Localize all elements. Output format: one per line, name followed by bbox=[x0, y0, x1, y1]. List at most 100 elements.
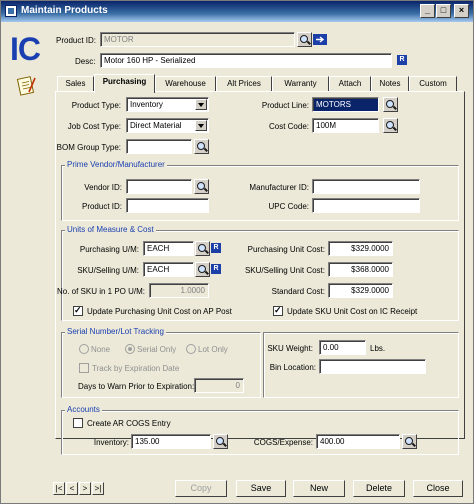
product-id-field[interactable]: MOTOR bbox=[100, 32, 295, 47]
sku-in-po-label: No. of SKU in 1 PO U/M: bbox=[56, 287, 145, 296]
prime-vendor-title: Prime Vendor/Manufacturer bbox=[65, 160, 167, 169]
desc-label: Desc: bbox=[75, 57, 96, 66]
track-expiration-checkbox[interactable] bbox=[79, 363, 89, 373]
tracking-none-label: None bbox=[91, 345, 111, 354]
sku-selling-unit-cost-field[interactable]: $368.0000 bbox=[328, 262, 393, 277]
product-line-label: Product Line: bbox=[261, 101, 309, 110]
purchasing-um-label: Purchasing U/M: bbox=[79, 245, 139, 254]
chevron-down-icon bbox=[195, 120, 207, 131]
job-cost-type-select[interactable]: Direct Material bbox=[126, 118, 209, 133]
vendor-product-id-field[interactable] bbox=[126, 198, 209, 213]
days-warn-label: Days to Warn Prior to Expiration: bbox=[78, 382, 195, 391]
tracking-serial-only-radio[interactable] bbox=[125, 344, 135, 354]
upc-code-label: UPC Code: bbox=[268, 202, 309, 211]
first-record-button[interactable]: |< bbox=[53, 482, 65, 495]
sku-selling-um-r-icon[interactable]: R bbox=[211, 264, 221, 274]
new-button[interactable]: New bbox=[293, 480, 345, 497]
delete-button[interactable]: Delete bbox=[353, 480, 405, 497]
update-sku-cost-checkbox[interactable] bbox=[273, 305, 283, 316]
last-record-button[interactable]: >| bbox=[92, 482, 104, 495]
bom-group-type-field[interactable] bbox=[126, 139, 192, 154]
tab-alt-prices[interactable]: Alt Prices bbox=[216, 76, 272, 92]
product-line-lookup-icon[interactable] bbox=[383, 97, 398, 112]
tracking-lot-only-radio[interactable] bbox=[186, 344, 196, 354]
update-sku-cost-label: Update SKU Unit Cost on IC Receipt bbox=[287, 307, 418, 316]
sku-selling-um-lookup-icon[interactable] bbox=[195, 262, 210, 277]
job-cost-type-value: Direct Material bbox=[130, 121, 182, 130]
sku-selling-um-label: SKU/Selling U/M: bbox=[77, 266, 139, 275]
title-bar[interactable]: Maintain Products _ □ × bbox=[1, 1, 473, 22]
copy-button[interactable]: Copy bbox=[175, 480, 227, 497]
manufacturer-id-label: Manufacturer ID: bbox=[249, 183, 309, 192]
bom-group-type-label: BOM Group Type: bbox=[56, 143, 121, 152]
tab-warranty[interactable]: Warranty bbox=[272, 76, 329, 92]
product-id-label: Product ID: bbox=[56, 36, 97, 45]
inventory-lookup-icon[interactable] bbox=[213, 434, 228, 449]
desc-r-icon[interactable]: R bbox=[397, 55, 407, 65]
tab-purchasing[interactable]: Purchasing bbox=[94, 74, 155, 93]
product-type-label: Product Type: bbox=[71, 101, 121, 110]
maximize-button[interactable]: □ bbox=[436, 4, 451, 18]
tab-warehouse[interactable]: Warehouse bbox=[155, 76, 216, 92]
vendor-product-id-label: Product ID: bbox=[81, 202, 122, 211]
tab-attach[interactable]: Attach bbox=[329, 76, 371, 92]
sku-in-po-field[interactable]: 1.0000 bbox=[149, 283, 209, 298]
close-window-button[interactable]: × bbox=[454, 4, 469, 18]
module-badge: IC bbox=[10, 31, 41, 67]
purchasing-um-lookup-icon[interactable] bbox=[195, 241, 210, 256]
cost-code-field[interactable]: 100M bbox=[312, 118, 379, 133]
standard-cost-label: Standard Cost: bbox=[271, 287, 325, 296]
vendor-id-field[interactable] bbox=[126, 179, 192, 194]
chevron-down-icon bbox=[195, 99, 207, 110]
tab-notes[interactable]: Notes bbox=[371, 76, 409, 92]
create-cogs-label: Create AR COGS Entry bbox=[87, 419, 171, 428]
vendor-id-lookup-icon[interactable] bbox=[194, 179, 209, 194]
sku-weight-unit: Lbs. bbox=[370, 344, 386, 353]
purchasing-unit-cost-label: Purchasing Unit Cost: bbox=[247, 245, 325, 254]
purchasing-unit-cost-field[interactable]: $329.0000 bbox=[328, 241, 393, 256]
sku-weight-label: SKU Weight: bbox=[267, 344, 313, 353]
minimize-button[interactable]: _ bbox=[420, 4, 435, 18]
previous-record-button[interactable]: < bbox=[66, 482, 78, 495]
product-type-value: Inventory bbox=[130, 100, 163, 109]
product-line-field[interactable]: MOTORS bbox=[312, 97, 379, 112]
desc-field[interactable]: Motor 160 HP - Serialized bbox=[100, 53, 392, 68]
bin-location-label: Bin Location: bbox=[269, 363, 316, 372]
purchasing-um-r-icon[interactable]: R bbox=[211, 243, 221, 253]
close-button[interactable]: Close bbox=[413, 480, 463, 497]
next-record-button[interactable]: > bbox=[79, 482, 91, 495]
upc-code-field[interactable] bbox=[312, 198, 420, 213]
tab-sales[interactable]: Sales bbox=[57, 76, 94, 92]
inventory-label: Inventory: bbox=[93, 438, 129, 447]
create-cogs-checkbox[interactable] bbox=[73, 418, 83, 428]
maintain-products-window: Maintain Products _ □ × IC Product ID: M… bbox=[0, 0, 474, 504]
tab-custom[interactable]: Custom bbox=[409, 76, 457, 92]
days-warn-field[interactable]: 0 bbox=[194, 378, 244, 393]
goto-icon[interactable] bbox=[313, 34, 327, 45]
purchasing-um-field[interactable]: EACH bbox=[143, 241, 194, 256]
update-purchasing-cost-checkbox[interactable] bbox=[73, 305, 83, 316]
inventory-field[interactable]: 135.00 bbox=[131, 434, 211, 449]
track-expiration-label: Track by Expiration Date bbox=[92, 364, 180, 373]
sku-selling-um-field[interactable]: EACH bbox=[143, 262, 194, 277]
vendor-id-label: Vendor ID: bbox=[84, 183, 122, 192]
cogs-expense-field[interactable]: 400.00 bbox=[316, 434, 400, 449]
standard-cost-field[interactable]: $329.0000 bbox=[328, 283, 393, 298]
manufacturer-id-field[interactable] bbox=[312, 179, 420, 194]
app-icon bbox=[5, 5, 17, 17]
memo-icon[interactable] bbox=[16, 75, 37, 97]
save-button[interactable]: Save bbox=[236, 480, 286, 497]
bom-group-lookup-icon[interactable] bbox=[194, 139, 209, 154]
cogs-expense-label: COGS/Expense: bbox=[253, 438, 313, 447]
cogs-expense-lookup-icon[interactable] bbox=[402, 434, 417, 449]
cost-code-label: Cost Code: bbox=[268, 122, 309, 131]
units-of-measure-title: Units of Measure & Cost bbox=[65, 225, 156, 234]
cost-code-lookup-icon[interactable] bbox=[383, 118, 398, 133]
product-type-select[interactable]: Inventory bbox=[126, 97, 209, 112]
tracking-none-radio[interactable] bbox=[79, 344, 89, 354]
tracking-lot-only-label: Lot Only bbox=[198, 345, 228, 354]
product-id-lookup-icon[interactable] bbox=[297, 32, 312, 47]
accounts-title: Accounts bbox=[65, 405, 102, 414]
bin-location-field[interactable] bbox=[319, 359, 426, 374]
sku-weight-field[interactable]: 0.00 bbox=[319, 340, 366, 355]
